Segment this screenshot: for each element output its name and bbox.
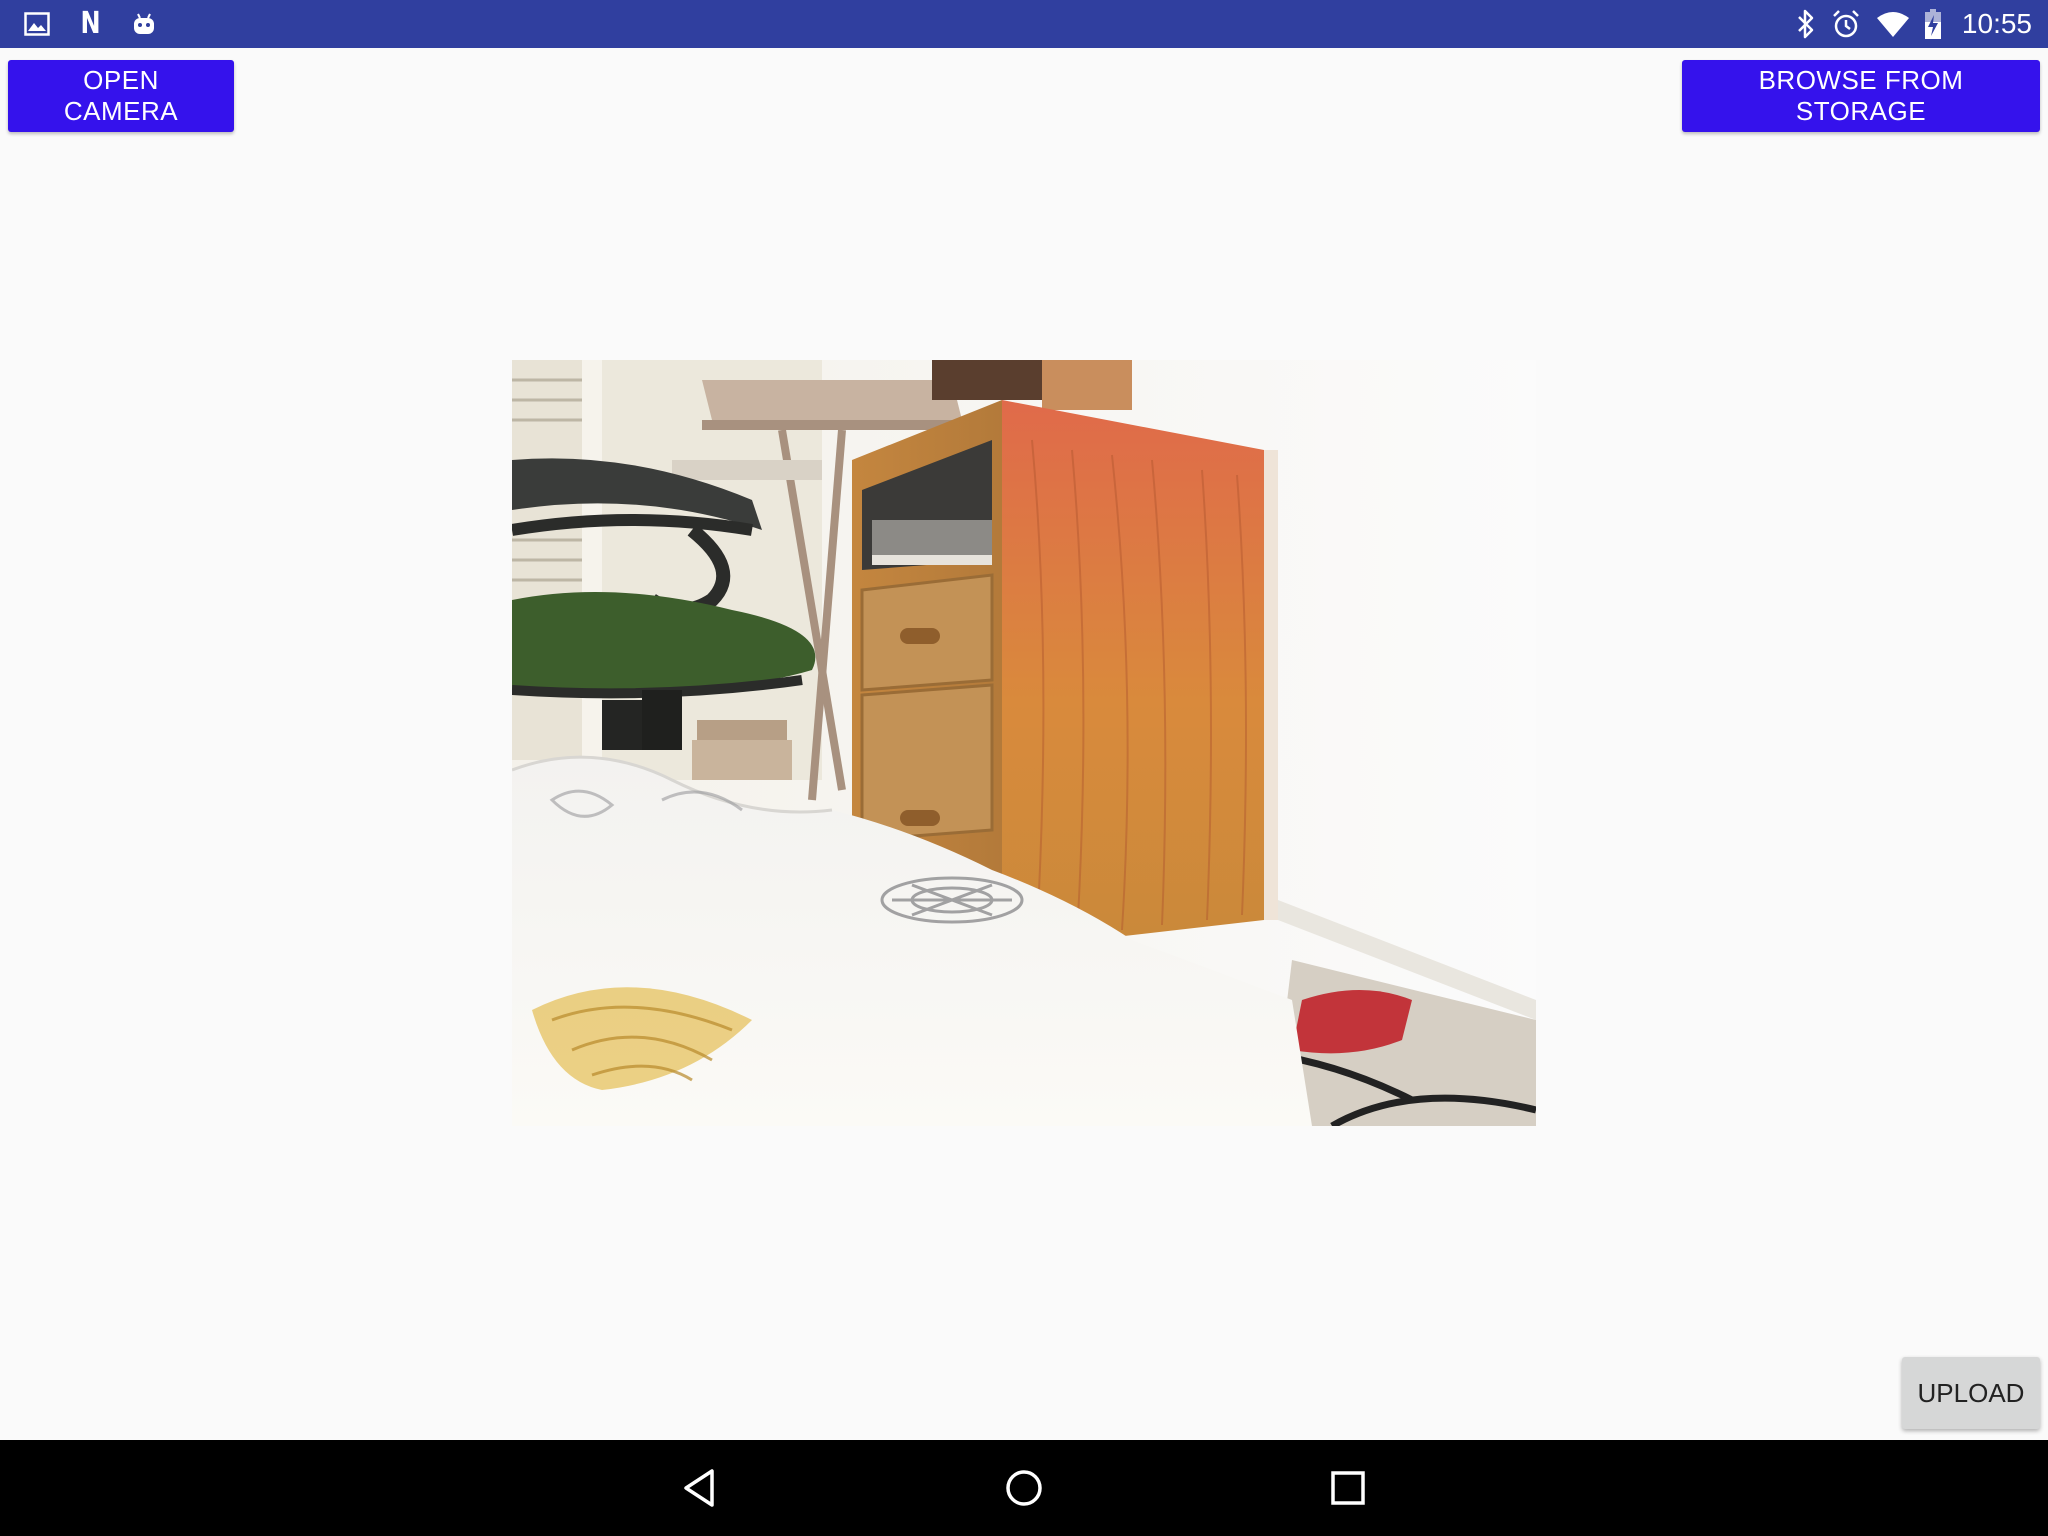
recents-icon[interactable] (1288, 1440, 1408, 1536)
wifi-icon (1876, 10, 1910, 38)
upload-button[interactable]: UPLOAD (1902, 1357, 2040, 1429)
notification-icons: N (24, 0, 157, 48)
gallery-icon (24, 12, 50, 36)
android-debug-icon (131, 11, 157, 37)
navigation-bar (0, 1440, 2048, 1536)
app-screen: N 10:55 OPEN CAMERA BROWSE FROM STORAGE … (0, 0, 2048, 1536)
n-app-icon: N (80, 6, 101, 41)
status-bar: N 10:55 (0, 0, 2048, 48)
battery-charging-icon (1924, 8, 1942, 40)
status-clock: 10:55 (1961, 8, 2032, 39)
image-preview (512, 360, 1536, 1126)
browse-from-storage-button[interactable]: BROWSE FROM STORAGE (1682, 60, 2040, 132)
system-status-icons: 10:55 (1796, 0, 2032, 48)
alarm-icon (1830, 8, 1862, 40)
back-icon[interactable] (640, 1440, 760, 1536)
captured-photo (512, 360, 1536, 1126)
bluetooth-icon (1796, 9, 1816, 39)
open-camera-button[interactable]: OPEN CAMERA (8, 60, 234, 132)
home-icon[interactable] (964, 1440, 1084, 1536)
